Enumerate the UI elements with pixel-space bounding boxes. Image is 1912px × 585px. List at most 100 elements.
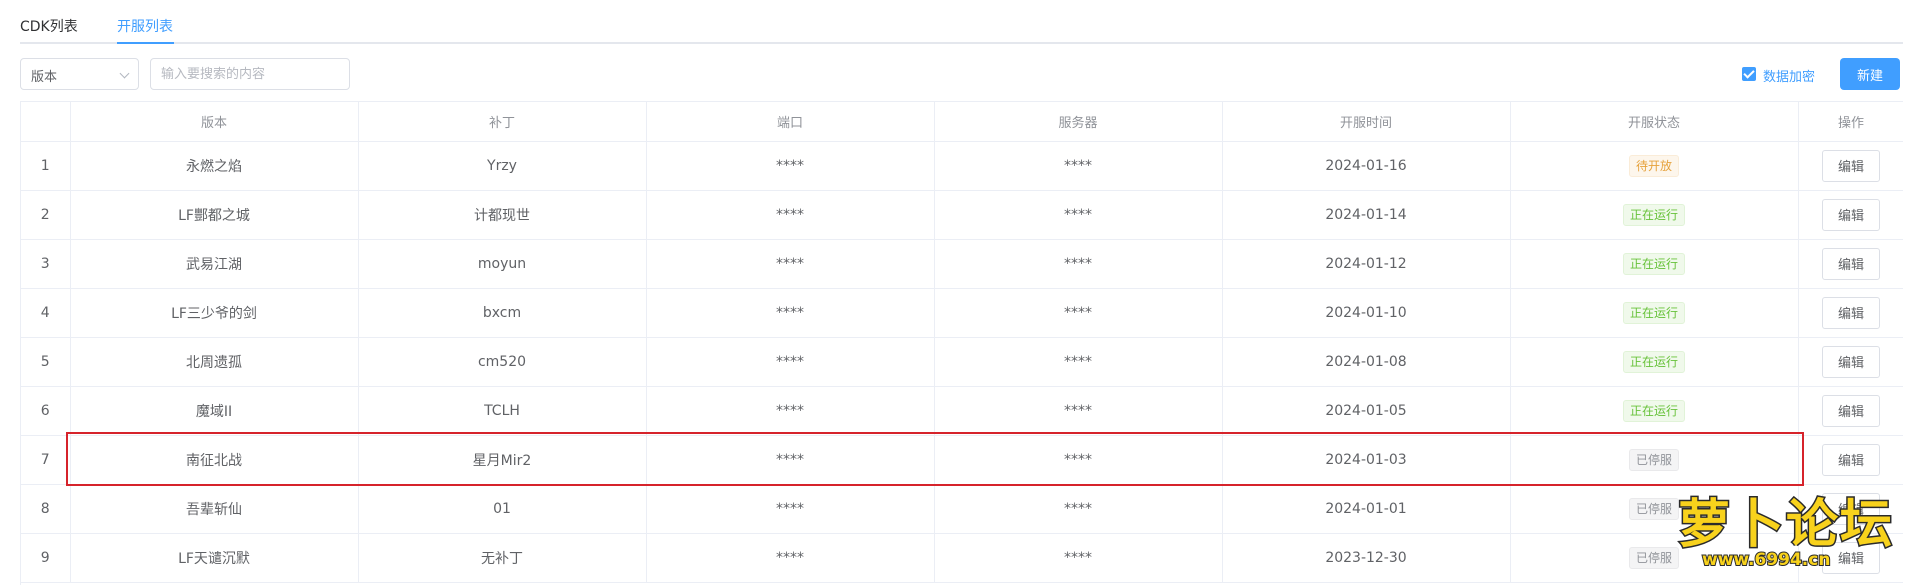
status-badge: 正在运行 <box>1622 399 1685 422</box>
row-status-cell: 已停服 <box>1510 435 1799 485</box>
status-badge: 正在运行 <box>1622 203 1685 226</box>
row-actions-cell: 编辑 <box>1798 288 1903 338</box>
row-version: LF酆都之城 <box>70 190 359 240</box>
edit-button[interactable]: 编辑 <box>1822 492 1880 525</box>
row-date: 2024-01-08 <box>1222 337 1511 387</box>
row-index: 3 <box>21 239 71 289</box>
row-actions-cell: 编辑 <box>1798 141 1903 191</box>
status-badge: 已停服 <box>1628 546 1679 569</box>
row-version: 魔域II <box>70 386 359 436</box>
table-row: 4 LF三少爷的剑 bxcm **** **** 2024-01-10 正在运行 编辑 <box>21 288 1903 338</box>
edit-button[interactable]: 编辑 <box>1822 394 1880 427</box>
encrypt-label[interactable]: 数据加密 <box>1763 66 1815 85</box>
chevron-down-icon <box>119 68 130 79</box>
status-badge: 正在运行 <box>1622 301 1685 324</box>
header-index <box>21 102 71 142</box>
header-open-date: 开服时间 <box>1222 102 1511 142</box>
row-date: 2024-01-01 <box>1222 484 1511 534</box>
checkbox-checked-icon[interactable] <box>1742 67 1756 81</box>
status-badge: 正在运行 <box>1622 350 1685 373</box>
active-tab-indicator <box>117 42 174 44</box>
edit-button[interactable]: 编辑 <box>1822 443 1880 476</box>
row-status-cell: 待开放 <box>1510 141 1799 191</box>
row-version: 吾辈斩仙 <box>70 484 359 534</box>
tab-cdk-list[interactable]: CDK列表 <box>20 16 78 36</box>
row-index: 2 <box>21 190 71 240</box>
header-port: 端口 <box>646 102 935 142</box>
edit-button[interactable]: 编辑 <box>1822 345 1880 378</box>
status-badge: 待开放 <box>1628 154 1679 177</box>
edit-button[interactable]: 编辑 <box>1822 296 1880 329</box>
row-patch: 01 <box>358 484 647 534</box>
row-server: **** <box>934 484 1223 534</box>
edit-button[interactable]: 编辑 <box>1822 198 1880 231</box>
table-row: 7 南征北战 星月Mir2 **** **** 2024-01-03 已停服 编辑 <box>21 435 1903 485</box>
row-status-cell: 正在运行 <box>1510 288 1799 338</box>
row-index: 4 <box>21 288 71 338</box>
row-actions-cell: 编辑 <box>1798 533 1903 583</box>
row-version: LF三少爷的剑 <box>70 288 359 338</box>
edit-button[interactable]: 编辑 <box>1822 247 1880 280</box>
row-status-cell: 正在运行 <box>1510 239 1799 289</box>
search-input[interactable] <box>150 58 350 90</box>
row-port: **** <box>646 288 935 338</box>
row-port: **** <box>646 337 935 387</box>
row-date: 2024-01-05 <box>1222 386 1511 436</box>
row-patch: 无补丁 <box>358 533 647 583</box>
row-port: **** <box>646 239 935 289</box>
row-patch: 星月Mir2 <box>358 435 647 485</box>
row-server: **** <box>934 435 1223 485</box>
table-row: 3 武易江湖 moyun **** **** 2024-01-12 正在运行 编辑 <box>21 239 1903 289</box>
server-table: 版本 补丁 端口 服务器 开服时间 开服状态 操作 1 永燃之焰 Yrzy **** *… <box>20 101 1903 585</box>
row-server: **** <box>934 386 1223 436</box>
row-server: **** <box>934 239 1223 289</box>
row-patch: 计都现世 <box>358 190 647 240</box>
row-status-cell: 正在运行 <box>1510 386 1799 436</box>
row-version: 南征北战 <box>70 435 359 485</box>
status-badge: 正在运行 <box>1622 252 1685 275</box>
row-index: 6 <box>21 386 71 436</box>
new-button[interactable]: 新建 <box>1840 58 1900 90</box>
table-row: 2 LF酆都之城 计都现世 **** **** 2024-01-14 正在运行 编辑 <box>21 190 1903 240</box>
row-port: **** <box>646 435 935 485</box>
table-row: 9 LF天谴沉默 无补丁 **** **** 2023-12-30 已停服 编辑 <box>21 533 1903 583</box>
row-status-cell: 已停服 <box>1510 533 1799 583</box>
header-server: 服务器 <box>934 102 1223 142</box>
row-patch: TCLH <box>358 386 647 436</box>
table-header-row: 版本 补丁 端口 服务器 开服时间 开服状态 操作 <box>21 102 1903 142</box>
row-port: **** <box>646 141 935 191</box>
header-patch: 补丁 <box>358 102 647 142</box>
table-row: 5 北周遗孤 cm520 **** **** 2024-01-08 正在运行 编辑 <box>21 337 1903 387</box>
row-server: **** <box>934 141 1223 191</box>
header-status: 开服状态 <box>1510 102 1799 142</box>
tab-bar: CDK列表 开服列表 <box>20 0 1903 44</box>
row-version: LF天谴沉默 <box>70 533 359 583</box>
row-date: 2024-01-03 <box>1222 435 1511 485</box>
edit-button[interactable]: 编辑 <box>1822 541 1880 574</box>
row-version: 北周遗孤 <box>70 337 359 387</box>
row-status-cell: 已停服 <box>1510 484 1799 534</box>
row-actions-cell: 编辑 <box>1798 239 1903 289</box>
row-patch: bxcm <box>358 288 647 338</box>
row-server: **** <box>934 190 1223 240</box>
row-date: 2024-01-16 <box>1222 141 1511 191</box>
row-actions-cell: 编辑 <box>1798 337 1903 387</box>
table-row: 1 永燃之焰 Yrzy **** **** 2024-01-16 待开放 编辑 <box>21 141 1903 191</box>
row-actions-cell: 编辑 <box>1798 435 1903 485</box>
version-select[interactable]: 版本 <box>20 58 139 90</box>
row-patch: Yrzy <box>358 141 647 191</box>
edit-button[interactable]: 编辑 <box>1822 149 1880 182</box>
tab-server-list[interactable]: 开服列表 <box>117 16 173 36</box>
row-version: 武易江湖 <box>70 239 359 289</box>
table-row: 8 吾辈斩仙 01 **** **** 2024-01-01 已停服 编辑 <box>21 484 1903 534</box>
row-actions-cell: 编辑 <box>1798 386 1903 436</box>
row-server: **** <box>934 533 1223 583</box>
row-port: **** <box>646 533 935 583</box>
toolbar: 版本 数据加密 新建 <box>20 58 1903 92</box>
row-status-cell: 正在运行 <box>1510 337 1799 387</box>
row-actions-cell: 编辑 <box>1798 190 1903 240</box>
row-index: 8 <box>21 484 71 534</box>
row-port: **** <box>646 484 935 534</box>
row-actions-cell: 编辑 <box>1798 484 1903 534</box>
header-version: 版本 <box>70 102 359 142</box>
